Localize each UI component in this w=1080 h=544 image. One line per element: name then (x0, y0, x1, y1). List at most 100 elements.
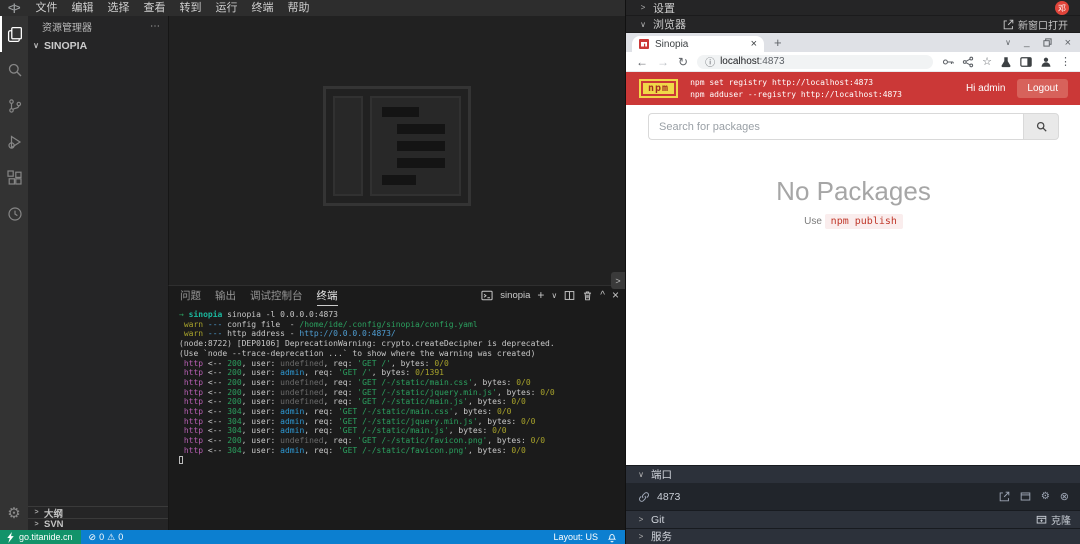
terminal-output[interactable]: → sinopia sinopia -l 0.0.0.0:4873 warn -… (179, 310, 619, 526)
status-bar: go.titanide.cn ⊘ 0 ⚠ 0 Layout: US (0, 530, 625, 544)
beaker-icon[interactable] (1000, 56, 1012, 68)
browser-tab-sinopia[interactable]: Sinopia × (632, 36, 764, 52)
back-icon[interactable]: ← (636, 56, 648, 68)
new-tab-icon[interactable]: + (764, 35, 792, 51)
more-actions-icon[interactable]: ⋯ (150, 21, 160, 32)
tab-title: Sinopia (655, 39, 745, 50)
menu-selection[interactable]: 选择 (100, 0, 136, 16)
port-row-4873[interactable]: 4873 ⚙ ⊗ (626, 483, 1080, 510)
problems-indicator[interactable]: ⊘ 0 ⚠ 0 (81, 532, 132, 543)
tab-terminal[interactable]: 终端 (317, 288, 338, 306)
side-panel-icon[interactable] (1020, 56, 1032, 68)
git-section-header[interactable]: > Git 克隆 (626, 510, 1080, 528)
explorer-icon[interactable] (0, 16, 28, 52)
key-icon[interactable] (942, 56, 954, 68)
reload-icon[interactable]: ↻ (678, 56, 688, 68)
empty-title: No Packages (626, 176, 1080, 207)
npm-logo: npm (639, 79, 678, 98)
window-restore-icon[interactable] (1043, 38, 1052, 47)
menu-run[interactable]: 运行 (208, 0, 244, 16)
terminal-line: http <-- 200, user: undefined, req: 'GET… (179, 388, 619, 398)
preview-icon[interactable] (1020, 491, 1031, 502)
ports-section-header[interactable]: ∨ 端口 (626, 465, 1080, 483)
kill-terminal-icon[interactable] (582, 290, 593, 301)
browser-label: 浏览器 (653, 16, 686, 32)
clone-button[interactable]: 克隆 (1036, 512, 1071, 527)
tab-debug-console[interactable]: 调试控制台 (250, 288, 303, 303)
tab-close-icon[interactable]: × (751, 38, 757, 50)
tab-problems[interactable]: 问题 (180, 288, 201, 303)
split-terminal-icon[interactable] (564, 290, 575, 301)
menu-view[interactable]: 查看 (136, 0, 172, 16)
tab-search-icon[interactable]: ∨ (1005, 38, 1011, 47)
window-close-icon[interactable]: × (1065, 37, 1071, 49)
open-new-window-icon (1003, 19, 1014, 30)
editor-watermark (323, 86, 471, 206)
share-icon[interactable] (962, 56, 974, 68)
terminal-line: http <-- 304, user: admin, req: 'GET /-/… (179, 417, 619, 427)
search-input[interactable] (648, 113, 1023, 140)
new-terminal-icon[interactable]: + (537, 288, 544, 302)
tab-output[interactable]: 输出 (215, 288, 236, 303)
terminal-line: http <-- 200, user: admin, req: 'GET /',… (179, 368, 619, 378)
open-new-window-button[interactable]: 新窗口打开 (1003, 17, 1068, 32)
extensions-icon[interactable] (0, 160, 28, 196)
menu-terminal[interactable]: 终端 (244, 0, 280, 16)
window-minimize-icon[interactable]: _ (1024, 37, 1030, 48)
menu-go[interactable]: 转到 (172, 0, 208, 16)
forward-icon: → (657, 56, 669, 68)
right-panel: > 设置 邓 ∨ 浏览器 新窗口打开 Sinopia × + (625, 0, 1080, 544)
watermark-sidebar-shape (333, 96, 363, 196)
menu-edit[interactable]: 编辑 (64, 0, 100, 16)
browser-toolbar: ← → ↻ ⓘ localhost:4873 ☆ (626, 52, 1080, 72)
settings-section-header[interactable]: > 设置 (626, 0, 1080, 16)
menu-help[interactable]: 帮助 (280, 0, 316, 16)
package-search-button[interactable] (1023, 113, 1059, 140)
browser-section-header[interactable]: ∨ 浏览器 新窗口打开 (626, 16, 1080, 33)
terminal-cursor (179, 456, 183, 464)
watermark-lines-shape (370, 96, 461, 196)
menu-file[interactable]: 文件 (28, 0, 64, 16)
search-icon[interactable] (0, 52, 28, 88)
sidebar-section-outline[interactable]: > 大纲 (28, 506, 168, 518)
panel-expand-icon[interactable]: > (611, 272, 625, 289)
address-bar[interactable]: ⓘ localhost:4873 (697, 55, 933, 69)
run-debug-icon[interactable] (0, 124, 28, 160)
maximize-panel-icon[interactable]: ^ (600, 290, 605, 301)
terminal-line: (Use `node --trace-deprecation ...` to s… (179, 349, 619, 359)
search-icon (1036, 121, 1047, 132)
editor-area (168, 16, 625, 285)
site-info-icon[interactable]: ⓘ (705, 54, 715, 69)
empty-prefix: Use (804, 216, 822, 227)
open-in-browser-icon[interactable] (999, 491, 1010, 502)
terminal-line: http <-- 304, user: admin, req: 'GET /-/… (179, 407, 619, 417)
source-control-icon[interactable] (0, 88, 28, 124)
profile-icon[interactable] (1040, 56, 1052, 68)
terminal-session-name[interactable]: sinopia (500, 290, 530, 301)
timeline-icon[interactable] (0, 196, 28, 232)
terminal-line: → sinopia sinopia -l 0.0.0.0:4873 (179, 310, 619, 320)
clone-icon (1036, 514, 1047, 525)
settings-gear-icon[interactable]: ⚙ (0, 500, 28, 526)
browser-menu-icon[interactable]: ⋮ (1060, 55, 1071, 68)
avatar[interactable]: 邓 (1055, 1, 1069, 15)
services-section-header[interactable]: > 服务 (626, 528, 1080, 544)
close-panel-icon[interactable]: × (612, 288, 619, 302)
terminal-line: warn --- config file - /home/ide/.config… (179, 320, 619, 330)
terminal-dropdown-icon[interactable]: ∨ (551, 291, 557, 300)
npm-logo-text: npm (643, 83, 674, 94)
npm-cmd-adduser: npm adduser --registry http://localhost:… (690, 89, 954, 101)
stop-port-icon[interactable]: ⊗ (1060, 490, 1069, 503)
logout-button[interactable]: Logout (1017, 79, 1068, 98)
remote-indicator[interactable]: go.titanide.cn (0, 530, 81, 544)
terminal-line: http <-- 304, user: admin, req: 'GET /-/… (179, 426, 619, 436)
sidebar-item-sinopia[interactable]: ∨ SINOPIA (28, 36, 168, 55)
bell-icon[interactable] (607, 532, 617, 543)
keyboard-layout[interactable]: Layout: US (553, 532, 598, 542)
port-settings-icon[interactable]: ⚙ (1041, 491, 1050, 502)
sidebar-section-svn[interactable]: > SVN (28, 518, 168, 530)
errors-icon: ⊘ (89, 532, 97, 543)
url-port: :4873 (760, 56, 785, 67)
link-icon (638, 491, 650, 503)
bookmark-star-icon[interactable]: ☆ (982, 55, 992, 68)
